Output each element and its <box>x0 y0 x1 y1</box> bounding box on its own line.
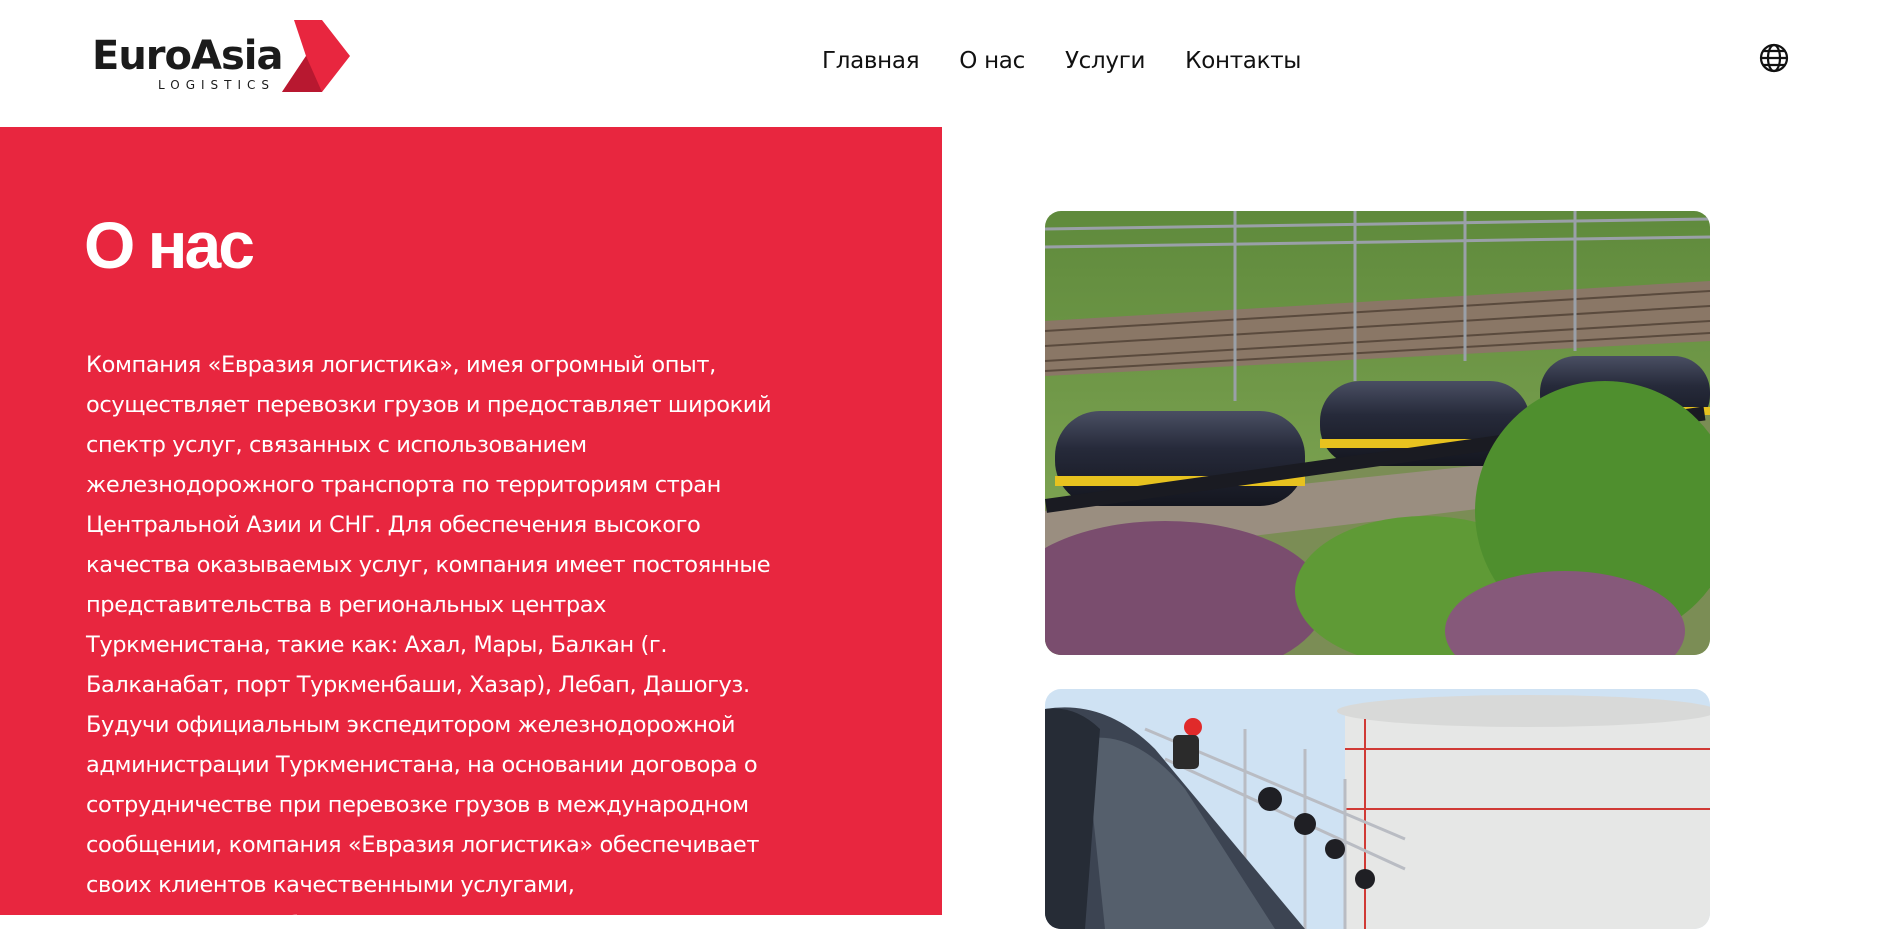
nav-contacts[interactable]: Контакты <box>1185 44 1301 78</box>
page-title: О нас <box>84 208 255 283</box>
logo-wordmark: EuroAsia <box>92 33 283 79</box>
about-panel: О нас Компания «Евразия логистика», имея… <box>0 127 942 938</box>
nav-about[interactable]: О нас <box>959 44 1025 78</box>
nav-services[interactable]: Услуги <box>1065 44 1146 78</box>
about-description: Компания «Евразия логистика», имея огром… <box>86 351 772 938</box>
nav-home[interactable]: Главная <box>822 44 920 78</box>
globe-icon[interactable] <box>1758 42 1790 74</box>
logo-arrow-icon <box>282 20 350 92</box>
tank-wagons-loading-photo <box>1045 689 1710 929</box>
tank-wagons-train-photo <box>1045 211 1710 655</box>
logo-subtitle: LOGISTICS <box>158 78 276 92</box>
euroasia-logo[interactable]: EuroAsia LOGISTICS <box>92 20 352 94</box>
site-header: EuroAsia LOGISTICS Главная О нас Услуги … <box>0 0 1896 127</box>
main-nav: Главная О нас Услуги Контакты <box>822 44 1301 78</box>
